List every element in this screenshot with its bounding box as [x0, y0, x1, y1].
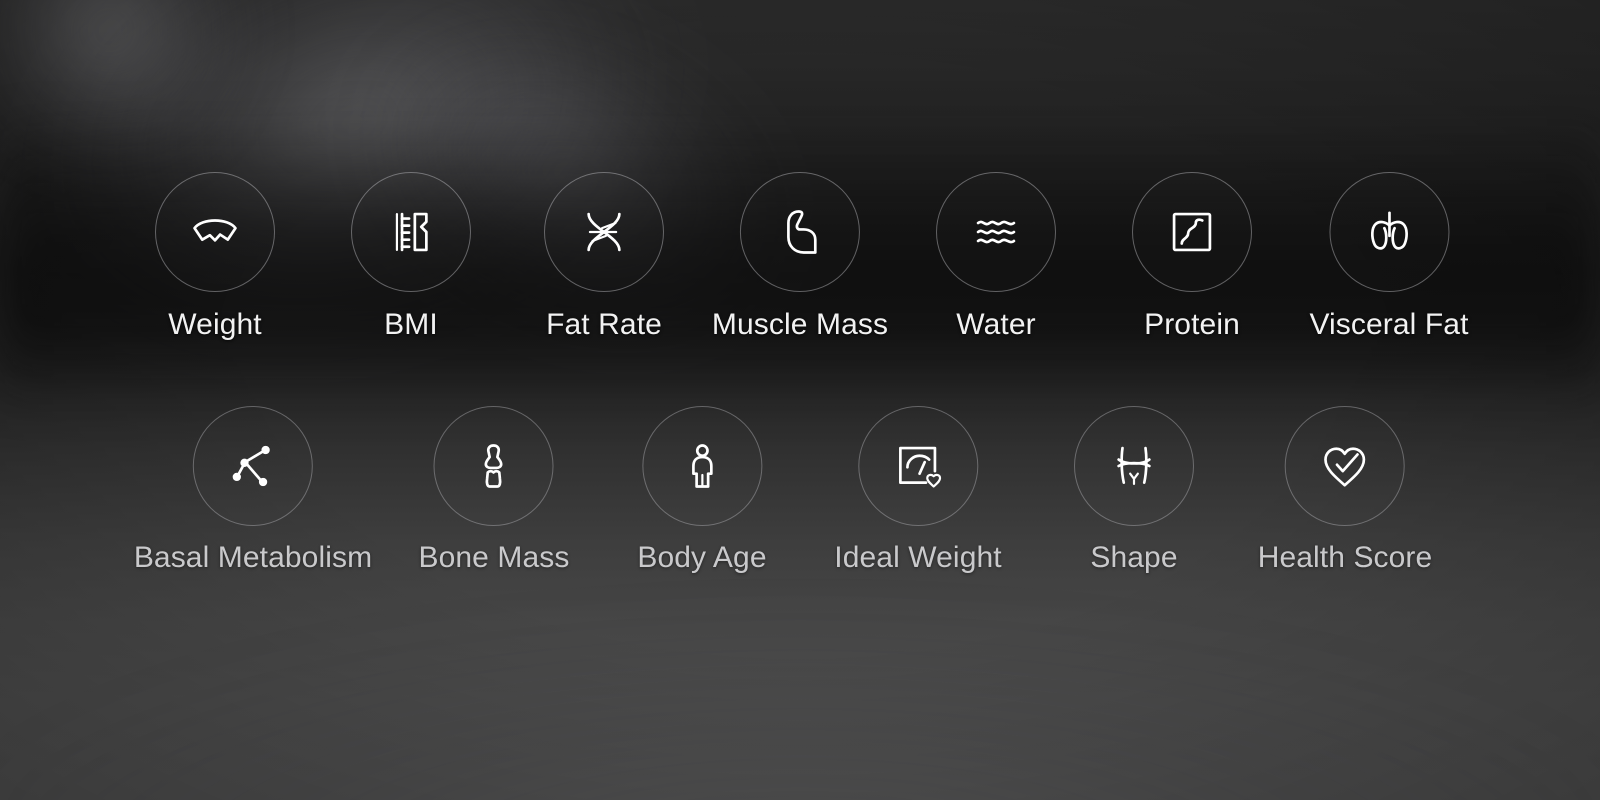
metric-item-visceral-fat[interactable]: Visceral Fat: [1309, 172, 1468, 342]
metric-label-bmi: BMI: [384, 308, 438, 341]
metric-label-visceral-fat: Visceral Fat: [1309, 308, 1469, 341]
metric-label-fat-rate: Fat Rate: [546, 308, 662, 341]
metric-icon-circle-basal-metabolism[interactable]: [193, 406, 313, 526]
scale-dial-icon: [183, 200, 247, 264]
metric-icon-circle-protein[interactable]: [1132, 172, 1252, 292]
metric-label-muscle-mass: Muscle Mass: [711, 308, 889, 341]
metric-item-health-score[interactable]: Health Score: [1258, 406, 1433, 575]
metric-item-body-age[interactable]: Body Age: [637, 406, 767, 575]
metric-icon-circle-shape[interactable]: [1074, 406, 1194, 526]
lungs-organ-icon: [1357, 200, 1421, 264]
water-waves-icon: [964, 200, 1028, 264]
metric-icon-circle-bmi[interactable]: [351, 172, 471, 292]
metric-item-muscle-mass[interactable]: Muscle Mass: [712, 172, 888, 342]
metric-icon-circle-ideal-weight[interactable]: [857, 406, 978, 526]
metric-label-shape: Shape: [1090, 541, 1178, 574]
metric-icon-circle-water[interactable]: [936, 172, 1056, 292]
metric-icon-circle-weight[interactable]: [155, 172, 275, 292]
person-figure-icon: [670, 434, 734, 498]
metric-item-basal-metabolism[interactable]: Basal Metabolism: [134, 406, 372, 575]
metric-label-health-score: Health Score: [1257, 541, 1433, 574]
metric-item-shape[interactable]: Shape: [1074, 406, 1194, 575]
metric-icon-circle-body-age[interactable]: [642, 406, 762, 526]
metric-item-weight[interactable]: Weight: [155, 172, 275, 342]
metric-label-water: Water: [956, 308, 1036, 341]
metric-label-weight: Weight: [168, 308, 262, 341]
metabolism-node-icon: [221, 434, 285, 498]
metric-icon-circle-muscle-mass[interactable]: [739, 172, 860, 292]
metrics-panel: Weight BMI Fat Rate Muscle Mass Water Protein…: [0, 0, 1600, 800]
ruler-body-icon: [379, 200, 443, 264]
dna-helix-icon: [572, 200, 636, 264]
metric-item-ideal-weight[interactable]: Ideal Weight: [834, 406, 1002, 575]
heart-check-icon: [1313, 434, 1377, 498]
metric-item-fat-rate[interactable]: Fat Rate: [544, 172, 664, 342]
protein-chain-icon: [1160, 200, 1224, 264]
metric-item-protein[interactable]: Protein: [1132, 172, 1252, 342]
metric-label-bone-mass: Bone Mass: [418, 541, 570, 574]
metric-label-basal-metabolism: Basal Metabolism: [133, 541, 373, 574]
metric-icon-circle-health-score[interactable]: [1285, 406, 1405, 526]
body-shape-icon: [1102, 434, 1166, 498]
metric-item-bmi[interactable]: BMI: [351, 172, 471, 342]
metric-item-bone-mass[interactable]: Bone Mass: [419, 406, 570, 575]
metric-icon-circle-bone-mass[interactable]: [433, 406, 554, 526]
metric-label-protein: Protein: [1144, 308, 1240, 341]
metric-label-body-age: Body Age: [637, 541, 767, 574]
metric-label-ideal-weight: Ideal Weight: [834, 541, 1002, 574]
scale-heart-icon: [886, 434, 950, 498]
flexed-bicep-icon: [768, 200, 832, 264]
metric-icon-circle-fat-rate[interactable]: [544, 172, 664, 292]
metric-item-water[interactable]: Water: [936, 172, 1056, 342]
metric-icon-circle-visceral-fat[interactable]: [1328, 172, 1449, 292]
bone-joint-icon: [462, 434, 526, 498]
